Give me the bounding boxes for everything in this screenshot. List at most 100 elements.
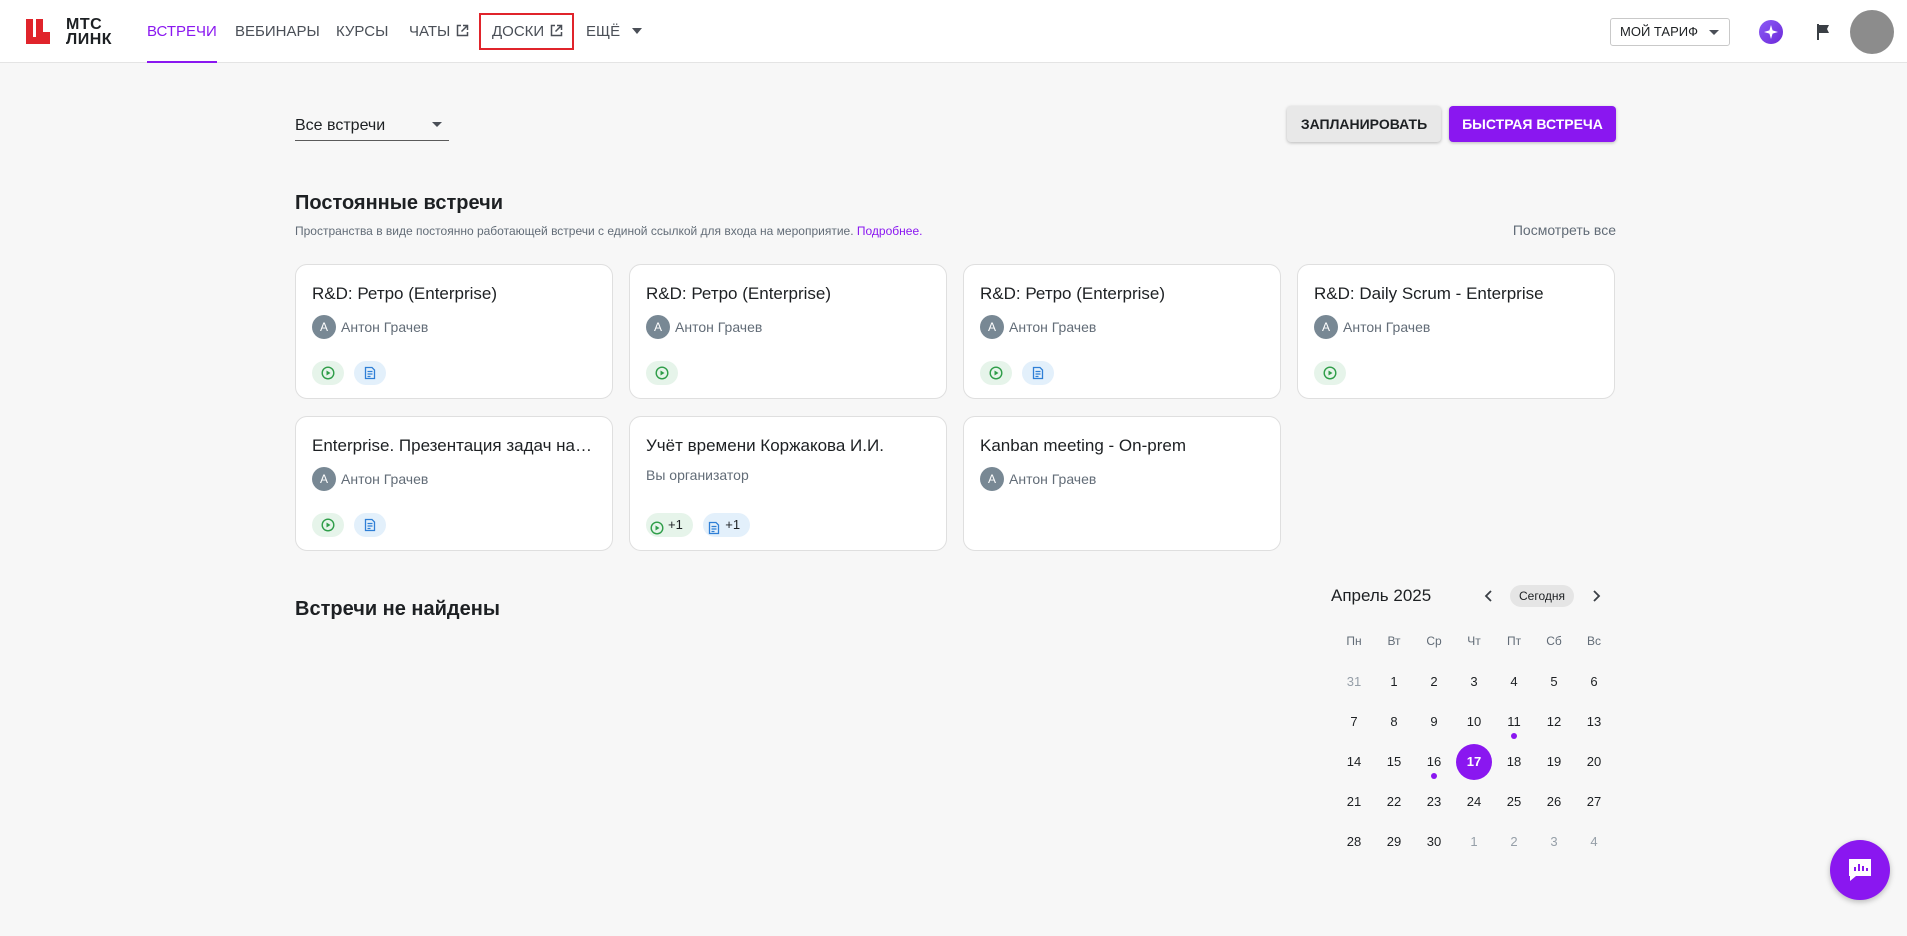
permanent-meeting-card[interactable]: R&D: Ретро (Enterprise) А Антон Грачев — [629, 264, 947, 399]
calendar-day[interactable]: 4 — [1496, 664, 1532, 700]
play-icon — [989, 366, 1003, 380]
notes-chip[interactable] — [354, 361, 387, 385]
permanent-meeting-card[interactable]: Учёт времени Коржакова И.И. Вы организат… — [629, 416, 947, 551]
notes-chip[interactable] — [354, 513, 387, 537]
ai-assistant-button[interactable] — [1759, 20, 1783, 44]
calendar-day[interactable]: 8 — [1376, 704, 1412, 740]
calendar-day[interactable]: 25 — [1496, 784, 1532, 820]
permanent-meeting-card[interactable]: Kanban meeting - On-prem А Антон Грачев — [963, 416, 1281, 551]
nav-item-chats[interactable]: ЧАТЫ — [409, 0, 469, 63]
calendar-day[interactable]: 12 — [1536, 704, 1572, 740]
calendar-day[interactable]: 26 — [1536, 784, 1572, 820]
calendar-day[interactable]: 14 — [1336, 744, 1372, 780]
recording-chip[interactable] — [1314, 361, 1346, 385]
calendar-day[interactable]: 29 — [1376, 824, 1412, 860]
calendar-day[interactable]: 3 — [1456, 664, 1492, 700]
calendar-month-title: Апрель 2025 — [1331, 586, 1432, 605]
card-chips — [1314, 361, 1352, 385]
owner-name: Антон Грачев — [675, 319, 763, 335]
today-button[interactable]: Сегодня — [1510, 585, 1574, 607]
calendar-day[interactable]: 27 — [1576, 784, 1612, 820]
play-icon — [321, 518, 335, 532]
quick-meeting-button[interactable]: БЫСТРАЯ ВСТРЕЧА — [1449, 106, 1616, 142]
calendar-day[interactable]: 22 — [1376, 784, 1412, 820]
nav-item-courses[interactable]: КУРСЫ — [336, 0, 388, 63]
more-info-link[interactable]: Подробнее. — [857, 224, 923, 238]
calendar-day[interactable]: 1 — [1456, 824, 1492, 860]
calendar-day[interactable]: 15 — [1376, 744, 1412, 780]
calendar-day[interactable]: 30 — [1416, 824, 1452, 860]
card-owner: А Антон Грачев — [980, 315, 1096, 339]
calendar-day[interactable]: 5 — [1536, 664, 1572, 700]
brand-logo[interactable]: МТС ЛИНК — [24, 16, 124, 48]
logo-line-1: МТС — [66, 16, 103, 33]
weekday-label: Пт — [1506, 634, 1522, 648]
filter-value: Все встречи — [295, 117, 386, 134]
chevron-down-icon — [432, 122, 442, 127]
nav-item-meetings[interactable]: ВСТРЕЧИ — [147, 0, 217, 63]
top-bar: МТС ЛИНК ВСТРЕЧИ ВЕБИНАРЫ КУРСЫ ЧАТЫ ДОС… — [0, 0, 1907, 63]
flag-icon[interactable] — [1814, 22, 1834, 42]
calendar-day[interactable]: 3 — [1536, 824, 1572, 860]
permanent-meeting-card[interactable]: Enterprise. Презентация задач на … А Анто… — [295, 416, 613, 551]
highlight-box — [479, 13, 574, 50]
calendar-day-selected[interactable]: 17 — [1456, 744, 1492, 780]
no-meetings-title: Встречи не найдены — [295, 598, 500, 620]
calendar-day[interactable]: 23 — [1416, 784, 1452, 820]
logo-mark-icon — [26, 19, 50, 44]
calendar-day[interactable]: 28 — [1336, 824, 1372, 860]
user-avatar[interactable] — [1850, 10, 1894, 54]
owner-avatar: А — [312, 467, 336, 491]
calendar-day[interactable]: 20 — [1576, 744, 1612, 780]
calendar-day[interactable]: 7 — [1336, 704, 1372, 740]
nav-item-label: ВЕБИНАРЫ — [235, 23, 320, 40]
calendar-day[interactable]: 1 — [1376, 664, 1412, 700]
permanent-meeting-card[interactable]: R&D: Ретро (Enterprise) А Антон Грачев — [295, 264, 613, 399]
calendar-day[interactable]: 31 — [1336, 664, 1372, 700]
recording-chip[interactable] — [646, 361, 678, 385]
logo-text: МТС ЛИНК — [66, 16, 113, 48]
permanent-meeting-card[interactable]: R&D: Ретро (Enterprise) А Антон Грачев — [963, 264, 1281, 399]
calendar-day[interactable]: 21 — [1336, 784, 1372, 820]
card-chips — [312, 513, 392, 537]
support-chat-button[interactable] — [1830, 840, 1890, 900]
nav-item-webinars[interactable]: ВЕБИНАРЫ — [235, 0, 320, 63]
calendar-day[interactable]: 4 — [1576, 824, 1612, 860]
owner-name: Антон Грачев — [1009, 471, 1097, 487]
chevron-left-icon[interactable] — [1480, 585, 1498, 607]
calendar-day[interactable]: 2 — [1496, 824, 1532, 860]
owner-name: Антон Грачев — [1009, 319, 1097, 335]
meetings-filter-select[interactable]: Все встречи — [295, 114, 449, 141]
document-icon — [365, 518, 376, 532]
chevron-right-icon[interactable] — [1587, 585, 1605, 607]
calendar-day[interactable]: 24 — [1456, 784, 1492, 820]
weekday-label: Сб — [1546, 634, 1562, 648]
recording-chip[interactable]: +1 — [646, 513, 693, 537]
recording-chip[interactable] — [980, 361, 1012, 385]
calendar-day[interactable]: 6 — [1576, 664, 1612, 700]
card-owner: А Антон Грачев — [312, 315, 428, 339]
view-all-link[interactable]: Посмотреть все — [1513, 222, 1616, 238]
permanent-meeting-card[interactable]: R&D: Daily Scrum - Enterprise А Антон Гра… — [1297, 264, 1615, 399]
logo-line-2: ЛИНК — [66, 31, 113, 48]
calendar-day[interactable]: 18 — [1496, 744, 1532, 780]
schedule-button[interactable]: ЗАПЛАНИРОВАТЬ — [1287, 106, 1441, 142]
calendar-day-with-event[interactable]: 16 — [1416, 744, 1452, 780]
sparkle-icon — [1764, 25, 1778, 39]
recording-chip[interactable] — [312, 361, 344, 385]
calendar-day[interactable]: 19 — [1536, 744, 1572, 780]
calendar-day[interactable]: 9 — [1416, 704, 1452, 740]
calendar-day[interactable]: 2 — [1416, 664, 1452, 700]
my-tariff-dropdown[interactable]: МОЙ ТАРИФ — [1610, 18, 1730, 46]
recording-chip[interactable] — [312, 513, 344, 537]
notes-chip[interactable] — [1022, 361, 1055, 385]
play-icon — [321, 366, 335, 380]
calendar-day[interactable]: 10 — [1456, 704, 1492, 740]
calendar-day[interactable]: 13 — [1576, 704, 1612, 740]
weekday-label: Вт — [1387, 634, 1401, 648]
calendar-day-with-event[interactable]: 11 — [1496, 704, 1532, 740]
play-icon — [1323, 366, 1337, 380]
notes-chip[interactable]: +1 — [703, 513, 751, 537]
card-owner: А Антон Грачев — [646, 315, 762, 339]
nav-item-more[interactable]: ЕЩЁ — [586, 0, 643, 63]
